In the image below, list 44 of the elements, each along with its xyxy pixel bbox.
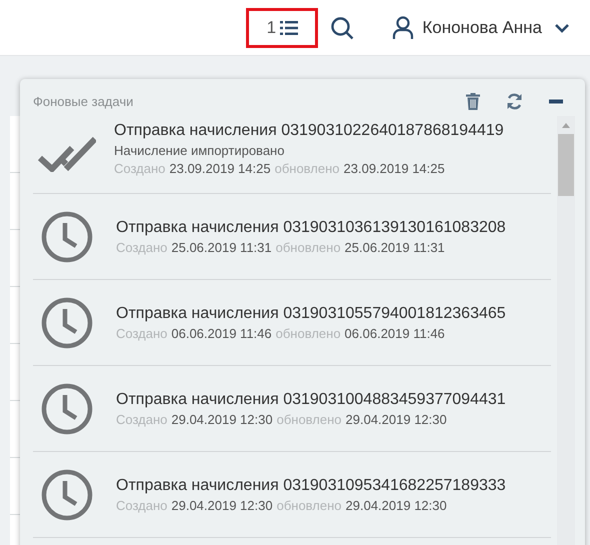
list-icon xyxy=(280,20,298,34)
clock-icon xyxy=(41,210,93,262)
search-icon[interactable] xyxy=(330,16,354,40)
updated-label: обновлено xyxy=(274,161,340,176)
clock-icon xyxy=(41,382,93,434)
updated-date: 06.06.2019 11:46 xyxy=(344,326,445,340)
updated-label: обновлено xyxy=(276,498,342,512)
updated-date: 23.09.2019 14:25 xyxy=(344,161,445,176)
task-title: Отправка начисления 0319031022640187868194419 xyxy=(114,122,504,140)
updated-label: обновлено xyxy=(276,240,341,254)
created-date: 25.06.2019 11:31 xyxy=(171,240,272,254)
scrollbar-thumb[interactable] xyxy=(558,134,574,196)
created-date: 29.04.2019 12:30 xyxy=(171,498,273,512)
created-label: Создано xyxy=(116,412,168,426)
user-menu[interactable]: Кононова Анна xyxy=(392,16,570,40)
background-tasks-button[interactable]: 1 xyxy=(246,8,318,48)
scrollbar[interactable] xyxy=(557,116,575,545)
task-title: Отправка начисления 0319031004883459377094431 xyxy=(116,390,506,408)
updated-date: 25.06.2019 11:31 xyxy=(344,240,445,254)
person-icon xyxy=(392,16,414,40)
updated-date: 29.04.2019 12:30 xyxy=(346,498,447,512)
created-label: Создано xyxy=(116,498,168,512)
updated-label: обновлено xyxy=(276,326,341,340)
clock-icon xyxy=(41,296,93,348)
task-title: Отправка начисления 0319031095341682257189333 xyxy=(116,476,506,494)
created-label: Создано xyxy=(116,240,168,254)
chevron-down-icon xyxy=(554,22,570,32)
user-name: Кононова Анна xyxy=(422,18,542,38)
updated-label: обновлено xyxy=(276,412,342,426)
created-date: 06.06.2019 11:46 xyxy=(171,326,272,340)
created-label: Создано xyxy=(116,326,168,340)
task-title: Отправка начисления 0319031036139130161083208 xyxy=(116,218,506,236)
refresh-icon[interactable] xyxy=(506,93,523,110)
panel-title: Фоновые задачи xyxy=(33,94,134,109)
updated-date: 29.04.2019 12:30 xyxy=(346,412,447,426)
task-title: Отправка начисления 0319031055794001812363465 xyxy=(116,304,506,322)
created-label: Создано xyxy=(114,161,166,176)
created-date: 29.04.2019 12:30 xyxy=(171,412,273,426)
task-status: Начисление импортировано xyxy=(114,143,286,158)
created-date: 23.09.2019 14:25 xyxy=(169,161,271,176)
clock-icon xyxy=(41,468,93,520)
minimize-icon[interactable] xyxy=(549,99,563,104)
trash-icon[interactable] xyxy=(466,93,480,110)
double-check-icon xyxy=(38,136,96,172)
